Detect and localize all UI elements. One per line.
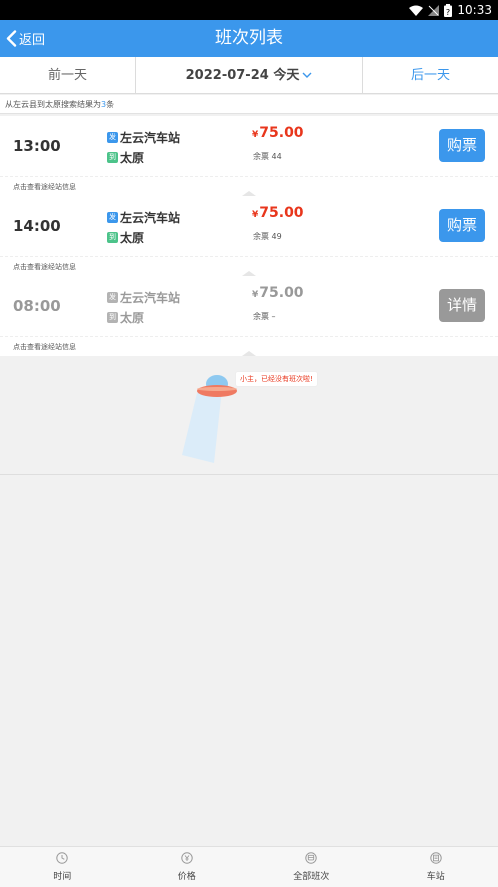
price-value: 75.00: [259, 125, 304, 141]
origin-station: 发左云汽车站: [107, 127, 180, 147]
bottom-tab-bar: 时间 价格 全部班次 车站: [0, 846, 498, 887]
depart-tag-icon: 发: [107, 211, 118, 223]
bus-icon: [305, 852, 317, 864]
tab-label: 时间: [53, 872, 72, 882]
svg-text:?: ?: [446, 8, 450, 17]
destination-station: 到太原: [107, 307, 180, 327]
buy-ticket-button[interactable]: 购票: [439, 129, 485, 162]
destination-name: 太原: [120, 230, 145, 245]
summary-prefix: 从左云县到太原搜索结果为: [5, 100, 101, 109]
destination-name: 太原: [120, 150, 145, 165]
trip-row: 13:00 发左云汽车站 到太原 ¥75.00 余票 44 购票 点击查看途经站…: [0, 116, 498, 196]
chevron-down-icon: [302, 72, 312, 78]
tab-label: 车站: [426, 872, 445, 882]
currency-symbol: ¥: [252, 210, 259, 220]
no-signal-icon: [428, 4, 440, 16]
current-date: 2022-07-24: [185, 68, 269, 83]
schedule-list: 13:00 发左云汽车站 到太原 ¥75.00 余票 44 购票 点击查看途经站…: [0, 116, 498, 356]
arrive-tag-icon: 到: [107, 151, 118, 163]
trip-main: 14:00 发左云汽车站 到太原 ¥75.00 余票 49 购票: [0, 196, 498, 256]
trip-row: 14:00 发左云汽车站 到太原 ¥75.00 余票 49 购票 点击查看途经站…: [0, 196, 498, 276]
trip-row-departed: 08:00 发左云汽车站 到太原 ¥75.00 余票 – 详情 点击查看途经站信…: [0, 276, 498, 356]
ticket-price: ¥75.00: [252, 125, 304, 141]
wifi-icon: [409, 5, 424, 16]
end-of-list-message: 小主，已经没有班次啦!: [235, 371, 318, 387]
expand-arrow-icon: [242, 351, 256, 356]
page-title: 班次列表: [215, 28, 283, 48]
back-button[interactable]: 返回: [6, 20, 45, 57]
date-picker[interactable]: 2022-07-24 今天: [136, 57, 362, 94]
remaining-tickets: 余票 –: [253, 312, 276, 321]
currency-symbol: ¥: [252, 130, 259, 140]
tab-time[interactable]: 时间: [0, 847, 125, 887]
chevron-left-icon: [6, 30, 17, 47]
app-header: 班次列表 返回: [0, 20, 498, 57]
clock-icon: [56, 852, 68, 864]
tab-label: 价格: [177, 872, 196, 882]
battery-icon: ?: [444, 3, 453, 17]
destination-name: 太原: [120, 310, 145, 325]
origin-name: 左云汽车站: [120, 210, 181, 225]
details-button[interactable]: 详情: [439, 289, 485, 322]
arrive-tag-icon: 到: [107, 231, 118, 243]
stations: 发左云汽车站 到太原: [107, 207, 180, 247]
tab-all-trips[interactable]: 全部班次: [249, 847, 374, 887]
ticket-price: ¥75.00: [252, 285, 304, 301]
yen-icon: [181, 852, 193, 864]
stations: 发左云汽车站 到太原: [107, 127, 180, 167]
today-label: 今天: [273, 68, 300, 83]
tab-price[interactable]: 价格: [125, 847, 250, 887]
origin-station: 发左云汽车站: [107, 287, 180, 307]
currency-symbol: ¥: [252, 290, 259, 300]
next-day-button[interactable]: 后一天: [362, 57, 498, 94]
result-summary: 从左云县到太原搜索结果为3条: [0, 95, 498, 114]
back-label: 返回: [19, 33, 46, 48]
prev-day-button[interactable]: 前一天: [0, 57, 136, 94]
departure-time: 13:00: [13, 137, 61, 155]
remaining-tickets: 余票 44: [253, 152, 282, 161]
destination-station: 到太原: [107, 147, 180, 167]
origin-station: 发左云汽车站: [107, 207, 180, 227]
arrive-tag-icon: 到: [107, 311, 118, 323]
trip-main: 08:00 发左云汽车站 到太原 ¥75.00 余票 – 详情: [0, 276, 498, 336]
depart-tag-icon: 发: [107, 291, 118, 303]
departure-time: 08:00: [13, 297, 61, 315]
station-icon: [430, 852, 442, 864]
buy-ticket-button[interactable]: 购票: [439, 209, 485, 242]
remaining-tickets: 余票 49: [253, 232, 282, 241]
status-icons: ? 10:33: [409, 2, 492, 18]
trip-main: 13:00 发左云汽车站 到太原 ¥75.00 余票 44 购票: [0, 116, 498, 176]
status-bar: ? 10:33: [0, 0, 498, 20]
depart-tag-icon: 发: [107, 131, 118, 143]
destination-station: 到太原: [107, 227, 180, 247]
end-of-list: 小主，已经没有班次啦!: [0, 357, 498, 475]
origin-name: 左云汽车站: [120, 290, 181, 305]
departure-time: 14:00: [13, 217, 61, 235]
date-nav: 前一天 2022-07-24 今天 后一天: [0, 57, 498, 94]
tab-label: 全部班次: [293, 872, 330, 882]
price-value: 75.00: [259, 205, 304, 221]
price-value: 75.00: [259, 285, 304, 301]
tab-stations[interactable]: 车站: [374, 847, 498, 887]
origin-name: 左云汽车站: [120, 130, 181, 145]
ufo-icon: [182, 375, 237, 463]
summary-suffix: 条: [106, 100, 115, 109]
stations: 发左云汽车站 到太原: [107, 287, 180, 327]
ticket-price: ¥75.00: [252, 205, 304, 221]
status-time: 10:33: [457, 3, 492, 17]
